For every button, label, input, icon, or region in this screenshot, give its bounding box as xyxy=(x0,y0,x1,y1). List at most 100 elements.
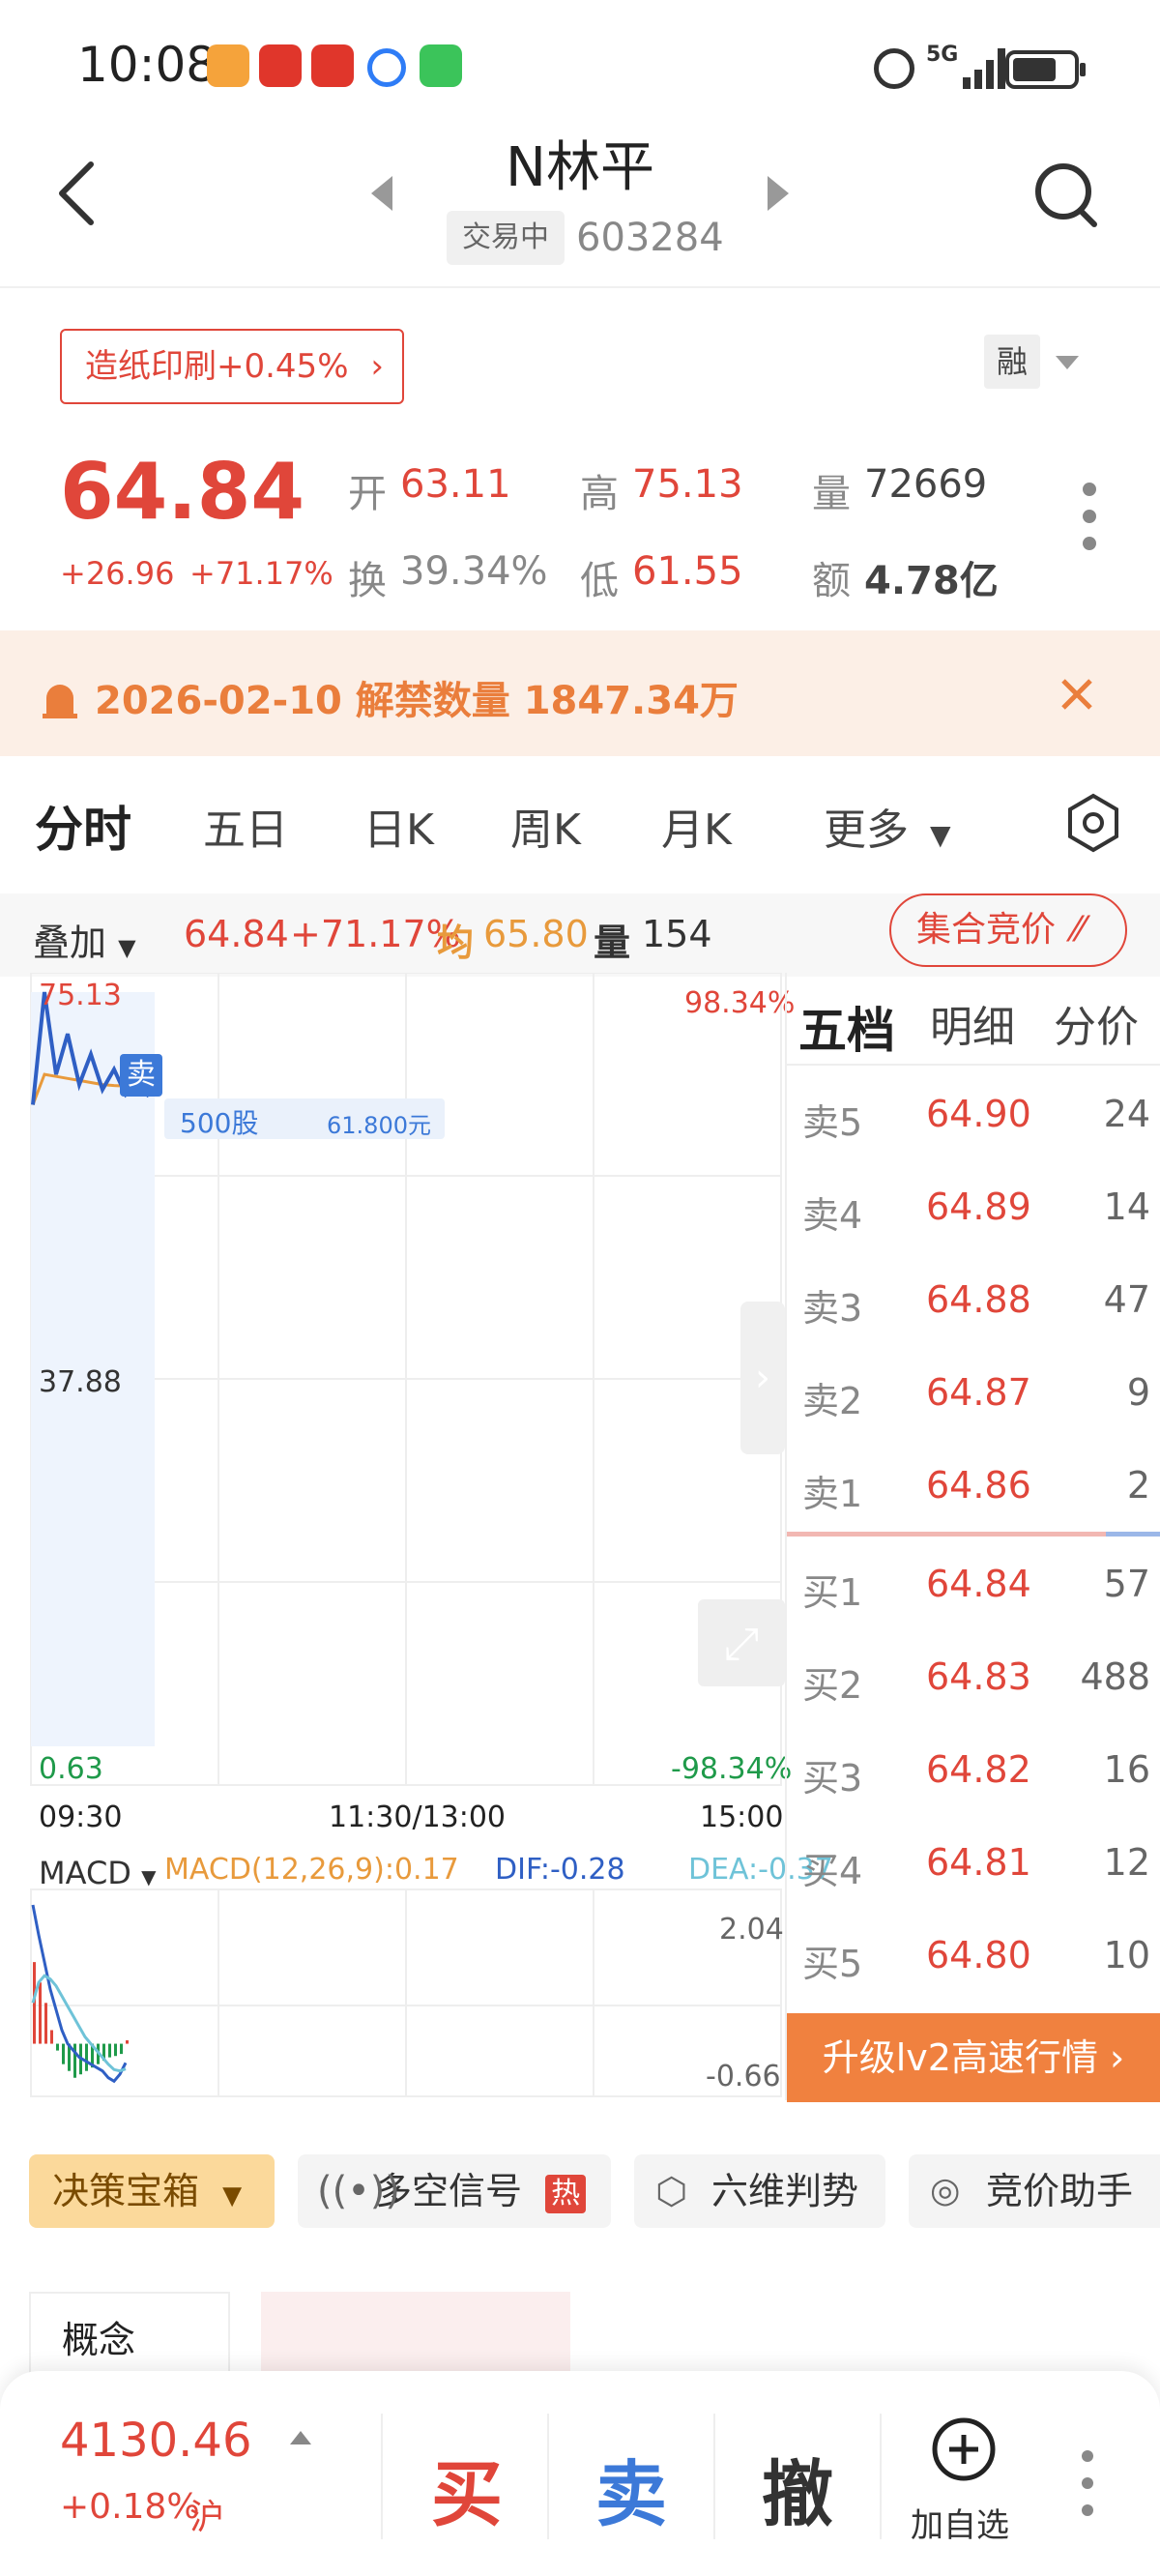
index-change: +0.18% xyxy=(60,2487,200,2527)
min-pct-label: -98.34% xyxy=(671,1752,793,1786)
ask-bid-ratio-bar-bid xyxy=(1106,1532,1160,1537)
ask-price: 64.87 xyxy=(926,1371,1031,1414)
macd-bar xyxy=(62,2043,65,2064)
tab-detail[interactable]: 明细 xyxy=(930,992,1015,1054)
ask-volume: 9 xyxy=(1126,1371,1150,1414)
overlay-label: 叠加 xyxy=(33,922,107,964)
auction-helper-label: 竞价助手 xyxy=(986,2170,1134,2212)
buy-button[interactable]: 买 xyxy=(431,2437,503,2540)
high-label: 高 xyxy=(580,472,619,516)
chevron-down-icon: ▼ xyxy=(930,819,951,851)
tab-monthly-k[interactable]: 月K xyxy=(661,795,732,857)
ask-price: 64.86 xyxy=(926,1464,1031,1507)
bid-row[interactable]: 买1 64.84 57 xyxy=(802,1563,1150,1625)
bid-row[interactable]: 买2 64.83 488 xyxy=(802,1655,1150,1717)
trade-note: 500股 61.800元 xyxy=(164,1098,445,1139)
hexagon-six-icon: ⬡ xyxy=(655,2170,688,2212)
bid-row[interactable]: 买5 64.80 10 xyxy=(802,1934,1150,1996)
time-end-label: 15:00 xyxy=(700,1800,784,1834)
ask-row[interactable]: 卖2 64.87 9 xyxy=(802,1371,1150,1433)
auction-button[interactable]: 集合竞价 ⁄⁄ xyxy=(889,893,1127,967)
fullscreen-icon[interactable]: ⤢ xyxy=(698,1599,785,1686)
ask-row[interactable]: 卖4 64.89 14 xyxy=(802,1186,1150,1247)
bid-price: 64.81 xyxy=(926,1841,1031,1884)
tab-intraday[interactable]: 分时 xyxy=(35,791,131,861)
avg-label: 均 xyxy=(437,922,475,964)
battery-icon xyxy=(1005,50,1086,89)
amount-value: 4.78亿 xyxy=(864,559,999,603)
next-stock-icon[interactable] xyxy=(764,174,793,213)
avg-value: 65.80 xyxy=(483,913,589,955)
chevron-down-icon[interactable] xyxy=(1054,354,1081,373)
add-watchlist-label[interactable]: 加自选 xyxy=(911,2499,1009,2546)
prev-stock-icon[interactable] xyxy=(367,174,396,213)
tab-daily-k[interactable]: 日K xyxy=(363,795,434,857)
chevron-right-icon: › xyxy=(755,1356,770,1400)
bid-row[interactable]: 买4 64.81 12 xyxy=(802,1841,1150,1903)
tab-five-day[interactable]: 五日 xyxy=(203,795,288,857)
macd-bar xyxy=(108,2043,111,2058)
margin-badge: 融 xyxy=(984,335,1040,389)
orderbook-collapse-handle[interactable]: › xyxy=(740,1302,785,1454)
macd-bar xyxy=(56,2043,59,2051)
notification-app-icon xyxy=(259,44,302,87)
bottom-divider xyxy=(713,2414,715,2539)
sell-marker[interactable]: 卖 xyxy=(120,1054,162,1097)
intraday-chart[interactable] xyxy=(29,973,785,2100)
more-vertical-icon[interactable] xyxy=(1075,480,1104,553)
bottom-divider xyxy=(381,2414,383,2539)
tab-price-distribution[interactable]: 分价 xyxy=(1054,992,1139,1054)
decision-box-button[interactable]: 决策宝箱 ▼ xyxy=(29,2154,275,2228)
macd-value: MACD(12,26,9):0.17 xyxy=(164,1853,459,1887)
upgrade-lv2-button[interactable]: 升级lv2高速行情 › xyxy=(787,2013,1160,2102)
ask-label: 卖5 xyxy=(802,1101,863,1144)
search-icon[interactable] xyxy=(1032,161,1102,230)
auction-helper-button[interactable]: ◎ 竞价助手 xyxy=(909,2154,1160,2228)
long-short-signal-button[interactable]: ((•)) 多空信号 热 xyxy=(298,2154,611,2228)
back-icon[interactable] xyxy=(48,155,106,232)
tab-more[interactable]: 更多 ▼ xyxy=(824,795,951,857)
ask-price: 64.88 xyxy=(926,1278,1031,1321)
volume-label: 量 xyxy=(812,472,851,516)
ask-row[interactable]: 卖5 64.90 24 xyxy=(802,1093,1150,1155)
more-vertical-icon[interactable] xyxy=(1073,2446,1102,2520)
tab-five-levels[interactable]: 五档 xyxy=(798,992,895,1062)
network-label: 5G xyxy=(926,43,959,67)
trade-note-qty: 500股 xyxy=(180,1107,259,1139)
tab-weekly-k[interactable]: 周K xyxy=(510,795,581,857)
alarm-icon xyxy=(43,685,77,718)
low-value: 61.55 xyxy=(632,549,743,594)
notification-app-icon xyxy=(311,44,354,87)
stock-code: 603284 xyxy=(576,216,724,260)
bid-row[interactable]: 买3 64.82 16 xyxy=(802,1748,1150,1810)
six-dim-button[interactable]: ⬡ 六维判势 xyxy=(634,2154,885,2228)
macd-bar xyxy=(44,2003,47,2044)
cancel-order-button[interactable]: 撤 xyxy=(762,2437,833,2540)
add-circle-icon[interactable] xyxy=(930,2415,998,2483)
amount-label: 额 xyxy=(812,559,851,603)
max-price-label: 75.13 xyxy=(39,979,122,1012)
settings-icon[interactable] xyxy=(1063,793,1123,853)
index-value[interactable]: 4130.46 xyxy=(60,2414,252,2468)
unlock-text: 2026-02-10 解禁数量 1847.34万 xyxy=(95,679,739,723)
close-icon[interactable] xyxy=(1058,675,1096,714)
ask-row[interactable]: 卖3 64.88 47 xyxy=(802,1278,1150,1340)
macd-dropdown[interactable]: MACD ▼ xyxy=(39,1855,156,1891)
min-price-label: 0.63 xyxy=(39,1752,103,1786)
bid-volume: 12 xyxy=(1103,1841,1150,1884)
trade-note-price: 61.800元 xyxy=(327,1112,431,1139)
sector-tag[interactable]: 造纸印刷+0.45% › xyxy=(60,329,404,404)
overlay-dropdown[interactable]: 叠加 ▼ xyxy=(33,913,136,966)
chevron-down-icon: ▼ xyxy=(141,1865,157,1888)
caret-up-icon[interactable] xyxy=(288,2429,313,2446)
ask-row[interactable]: 卖1 64.86 2 xyxy=(802,1464,1150,1526)
broadcast-icon: ((•)) xyxy=(317,2169,401,2213)
ask-volume: 47 xyxy=(1103,1278,1150,1321)
max-pct-label: 98.34% xyxy=(684,986,796,1020)
wechat-icon xyxy=(420,44,462,87)
last-price: 64.84 xyxy=(60,447,305,537)
turnover-value: 39.34% xyxy=(400,549,548,594)
low-label: 低 xyxy=(580,559,619,603)
status-time: 10:08 xyxy=(77,37,218,93)
sell-button[interactable]: 卖 xyxy=(595,2437,667,2540)
